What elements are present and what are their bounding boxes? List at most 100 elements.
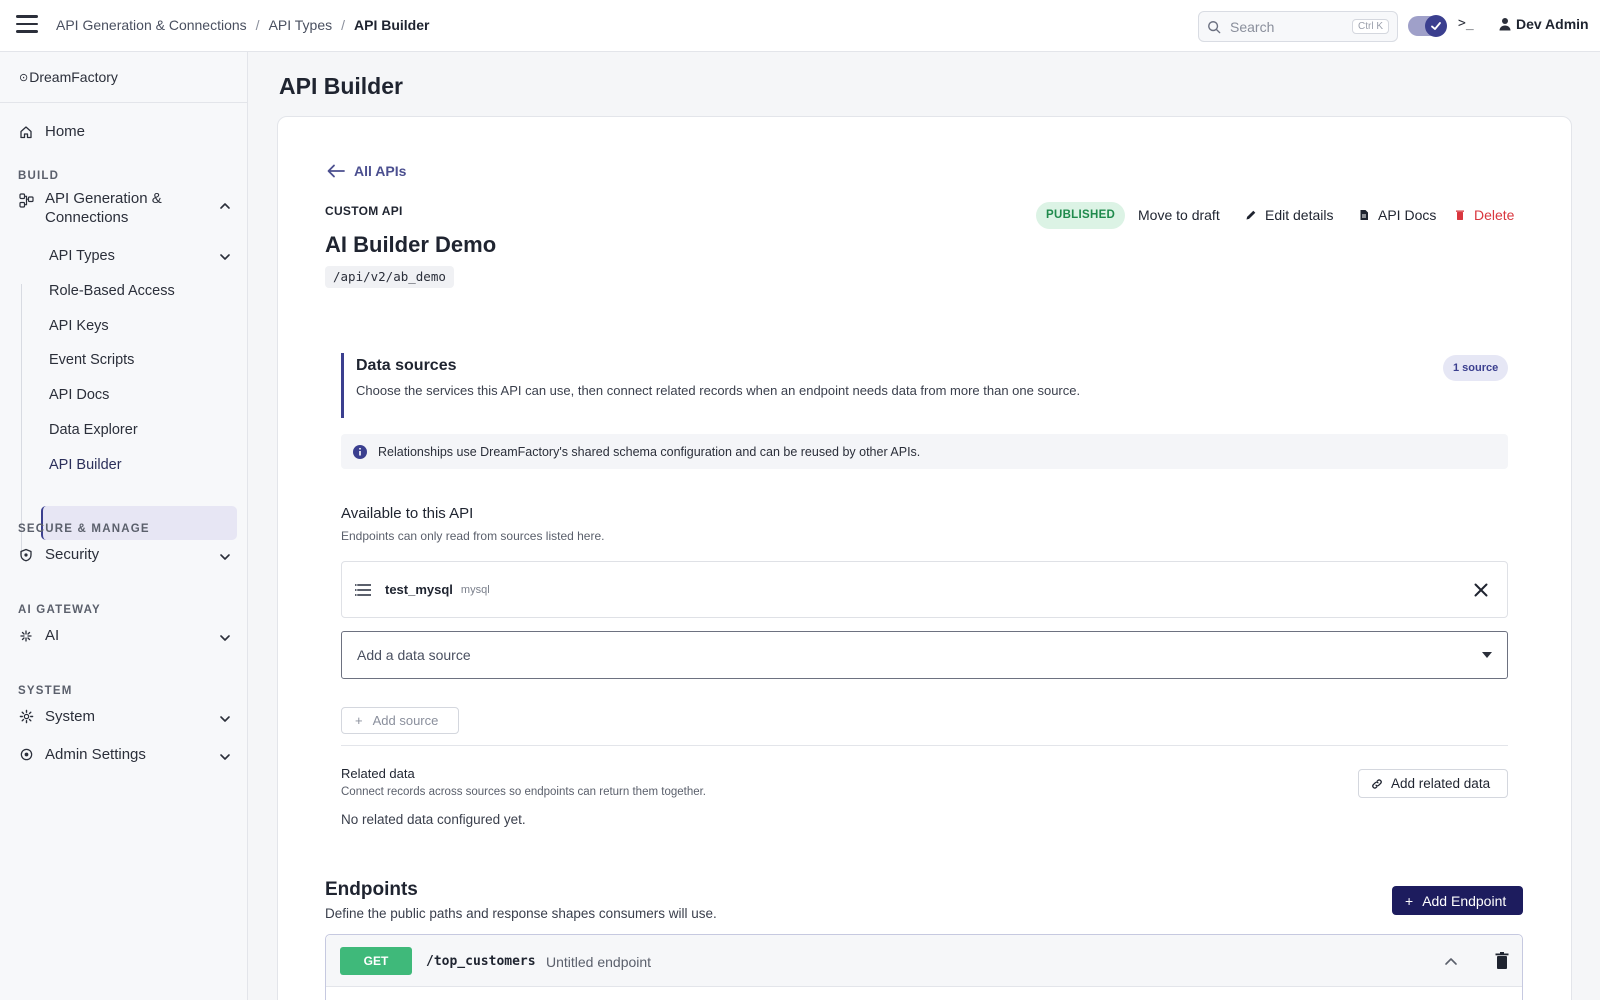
user-name: Dev Admin bbox=[1516, 16, 1589, 32]
divider bbox=[341, 745, 1508, 746]
logo-text: DreamFactory bbox=[29, 69, 118, 85]
sidebar-item-label: Connections bbox=[45, 209, 129, 226]
database-icon bbox=[355, 583, 371, 596]
available-description: Endpoints can only read from sources lis… bbox=[341, 529, 605, 543]
document-icon bbox=[1360, 210, 1368, 220]
chevron-down-icon[interactable] bbox=[218, 712, 232, 726]
info-text: Relationships use DreamFactory's shared … bbox=[378, 444, 921, 459]
button-label: Add source bbox=[372, 713, 439, 728]
trash-icon bbox=[1456, 210, 1464, 220]
chevron-down-icon[interactable] bbox=[218, 550, 232, 564]
sidebar-item-system[interactable]: System bbox=[18, 708, 95, 725]
sidebar-item-api-docs[interactable]: API Docs bbox=[49, 387, 109, 403]
plus-icon: + bbox=[355, 713, 363, 728]
api-name: AI Builder Demo bbox=[325, 232, 497, 257]
api-docs-button[interactable]: API Docs bbox=[1358, 207, 1436, 223]
page-title: API Builder bbox=[279, 73, 403, 99]
add-related-data-button[interactable]: Add related data bbox=[1358, 769, 1508, 798]
terminal-icon[interactable]: >_ bbox=[1458, 16, 1474, 31]
shield-icon bbox=[18, 547, 34, 563]
related-data-description: Connect records across sources so endpoi… bbox=[341, 786, 707, 798]
search-placeholder: Search bbox=[1230, 18, 1275, 35]
check-icon bbox=[1425, 15, 1447, 37]
api-type-label: CUSTOM API bbox=[325, 204, 403, 218]
chevron-down-icon[interactable] bbox=[218, 250, 232, 264]
endpoint-header[interactable]: GET /top_customers Untitled endpoint bbox=[326, 935, 1522, 987]
home-icon bbox=[18, 124, 34, 140]
sidebar-item-api-generation[interactable]: API Generation & Connections bbox=[18, 189, 162, 227]
add-data-source-select[interactable]: Add a data source bbox=[341, 631, 1508, 679]
gear-icon bbox=[18, 709, 34, 725]
section-secure-manage: SECURE & MANAGE bbox=[18, 523, 150, 535]
endpoint-path: /top_customers bbox=[426, 954, 536, 969]
back-label: All APIs bbox=[354, 163, 407, 179]
search-input[interactable]: Search Ctrl K bbox=[1198, 11, 1398, 42]
button-label: Edit details bbox=[1265, 207, 1334, 223]
sidebar-item-admin-settings[interactable]: Admin Settings bbox=[18, 746, 146, 763]
related-data-title: Related data bbox=[341, 766, 415, 781]
sidebar-item-ai[interactable]: AI bbox=[18, 627, 59, 644]
add-source-button[interactable]: + Add source bbox=[341, 707, 459, 734]
button-label: Delete bbox=[1474, 207, 1515, 223]
sidebar-item-event-scripts[interactable]: Event Scripts bbox=[49, 352, 134, 368]
sidebar-item-api-types[interactable]: API Types bbox=[49, 248, 115, 264]
close-icon[interactable] bbox=[1473, 582, 1489, 598]
sub-nav-line bbox=[21, 284, 22, 554]
select-placeholder: Add a data source bbox=[357, 647, 471, 663]
delete-button[interactable]: Delete bbox=[1454, 207, 1514, 223]
top-bar: API Generation & Connections / API Types… bbox=[0, 0, 1600, 52]
breadcrumb-api-types[interactable]: API Types bbox=[269, 17, 333, 33]
theme-toggle[interactable] bbox=[1408, 15, 1447, 37]
add-endpoint-button[interactable]: + Add Endpoint bbox=[1392, 886, 1523, 915]
search-shortcut: Ctrl K bbox=[1352, 19, 1389, 34]
sidebar-item-label: AI bbox=[45, 627, 60, 644]
source-type: mysql bbox=[460, 583, 490, 596]
endpoint-item: GET /top_customers Untitled endpoint bbox=[325, 934, 1523, 1000]
chevron-down-icon[interactable] bbox=[218, 631, 232, 645]
data-sources-description: Choose the services this API can use, th… bbox=[356, 383, 1081, 398]
endpoints-title: Endpoints bbox=[325, 879, 418, 900]
search-icon bbox=[1208, 20, 1221, 33]
api-path: /api/v2/ab_demo bbox=[325, 266, 454, 288]
endpoints-description: Define the public paths and response sha… bbox=[325, 906, 717, 921]
divider bbox=[0, 102, 248, 103]
sparkle-icon bbox=[18, 628, 34, 644]
link-icon bbox=[1372, 778, 1382, 789]
sidebar-item-role-based-access[interactable]: Role-Based Access bbox=[49, 283, 175, 299]
trash-icon[interactable] bbox=[1494, 951, 1510, 971]
move-to-draft-button[interactable]: Move to draft bbox=[1138, 207, 1220, 223]
sidebar-item-security[interactable]: Security bbox=[18, 546, 99, 563]
breadcrumb-separator: / bbox=[255, 17, 260, 33]
sidebar-item-label: System bbox=[45, 708, 96, 725]
available-title: Available to this API bbox=[341, 505, 474, 522]
status-badge: PUBLISHED bbox=[1036, 202, 1126, 229]
back-link[interactable]: All APIs bbox=[327, 163, 406, 179]
sidebar-item-home[interactable]: Home bbox=[18, 123, 85, 140]
pencil-icon bbox=[1246, 210, 1256, 220]
chevron-up-icon[interactable] bbox=[1444, 955, 1458, 967]
chevron-up-icon[interactable] bbox=[218, 199, 232, 213]
sidebar-item-label: API Generation & bbox=[45, 190, 162, 207]
menu-icon[interactable] bbox=[16, 15, 38, 35]
admin-settings-icon bbox=[18, 747, 34, 763]
endpoint-name: Untitled endpoint bbox=[546, 954, 652, 970]
data-sources-title: Data sources bbox=[356, 357, 457, 374]
logo[interactable]: ⊙ DreamFactory bbox=[19, 69, 118, 85]
user-menu[interactable]: Dev Admin bbox=[1498, 16, 1589, 32]
sidebar-item-api-builder[interactable]: API Builder bbox=[49, 457, 122, 473]
connections-icon bbox=[18, 192, 34, 208]
sidebar-item-data-explorer[interactable]: Data Explorer bbox=[49, 422, 138, 438]
method-badge: GET bbox=[340, 947, 412, 975]
breadcrumb-current: API Builder bbox=[354, 17, 430, 33]
sidebar-item-api-keys[interactable]: API Keys bbox=[49, 318, 109, 334]
section-build: BUILD bbox=[18, 170, 60, 182]
breadcrumb-api-generation[interactable]: API Generation & Connections bbox=[56, 17, 247, 33]
button-label: Add related data bbox=[1391, 776, 1491, 791]
chevron-down-icon[interactable] bbox=[218, 750, 232, 764]
edit-details-button[interactable]: Edit details bbox=[1245, 207, 1333, 223]
section-accent-bar bbox=[341, 353, 344, 418]
caret-down-icon bbox=[1482, 652, 1492, 658]
sidebar-item-label: Security bbox=[45, 546, 100, 563]
logo-mark: ⊙ bbox=[19, 71, 29, 84]
sidebar-item-label: Home bbox=[45, 123, 86, 140]
